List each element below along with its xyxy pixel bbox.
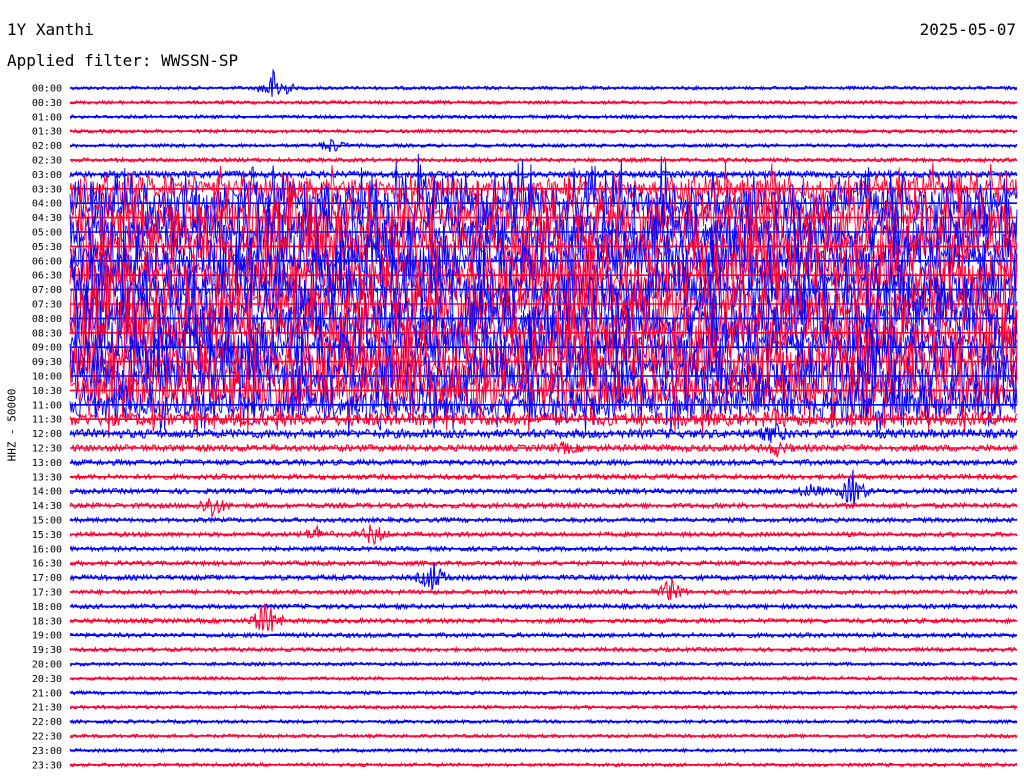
time-tick-label: 23:30 [32, 760, 62, 771]
time-tick-label: 20:30 [32, 674, 62, 685]
time-tick-label: 22:30 [32, 732, 62, 743]
time-tick-label: 19:00 [32, 631, 62, 642]
time-tick-label: 13:30 [32, 472, 62, 483]
time-tick-labels: 00:00 00:30 01:00 01:30 02:00 02:30 03:00 03:30… [32, 84, 62, 772]
time-tick-label: 06:00 [32, 256, 62, 267]
time-tick-label: 21:30 [32, 703, 62, 714]
time-tick-label: 14:30 [32, 501, 62, 512]
time-tick-label: 01:00 [32, 112, 62, 123]
time-tick-label: 19:30 [32, 645, 62, 656]
time-tick-label: 20:00 [32, 660, 62, 671]
time-tick-label: 16:00 [32, 544, 62, 555]
time-tick-label: 15:00 [32, 516, 62, 527]
trace-line [69, 578, 1018, 601]
time-tick-label: 09:30 [32, 357, 62, 368]
time-tick-label: 00:00 [32, 84, 62, 95]
time-tick-label: 11:00 [32, 400, 62, 411]
time-tick-label: 11:30 [32, 415, 62, 426]
time-tick-label: 18:00 [32, 602, 62, 613]
time-tick-label: 03:30 [32, 184, 62, 195]
time-tick-label: 18:30 [32, 616, 62, 627]
time-tick-label: 15:30 [32, 530, 62, 541]
time-tick-label: 02:30 [32, 156, 62, 167]
time-tick-label: 13:00 [32, 458, 62, 469]
time-tick-label: 01:30 [32, 127, 62, 138]
time-tick-label: 16:30 [32, 559, 62, 570]
trace-line [69, 440, 1018, 458]
time-tick-label: 02:00 [32, 141, 62, 152]
time-tick-label: 04:30 [32, 213, 62, 224]
time-tick-label: 06:30 [32, 271, 62, 282]
time-tick-label: 05:00 [32, 228, 62, 239]
time-tick-label: 07:00 [32, 285, 62, 296]
helicorder-plot: 00:00 00:30 01:00 01:30 02:00 02:30 03:00 03:30… [32, 68, 1018, 772]
time-tick-label: 04:00 [32, 199, 62, 210]
time-tick-label: 12:30 [32, 444, 62, 455]
time-tick-label: 07:30 [32, 300, 62, 311]
time-tick-label: 23:00 [32, 746, 62, 757]
time-tick-label: 08:30 [32, 328, 62, 339]
time-tick-label: 21:00 [32, 688, 62, 699]
trace-line [69, 562, 1018, 591]
time-tick-label: 17:30 [32, 588, 62, 599]
time-tick-label: 10:30 [32, 386, 62, 397]
trace-line [69, 498, 1018, 517]
trace-line [69, 68, 1018, 97]
time-tick-label: 22:00 [32, 717, 62, 728]
time-tick-label: 12:00 [32, 429, 62, 440]
time-tick-label: 09:00 [32, 343, 62, 354]
time-tick-label: 10:00 [32, 372, 62, 383]
time-tick-label: 00:30 [32, 98, 62, 109]
time-tick-label: 05:30 [32, 242, 62, 253]
time-tick-label: 17:00 [32, 573, 62, 584]
time-tick-label: 08:00 [32, 314, 62, 325]
time-tick-label: 03:00 [32, 170, 62, 181]
time-tick-label: 14:00 [32, 487, 62, 498]
seismic-traces [69, 68, 1018, 768]
